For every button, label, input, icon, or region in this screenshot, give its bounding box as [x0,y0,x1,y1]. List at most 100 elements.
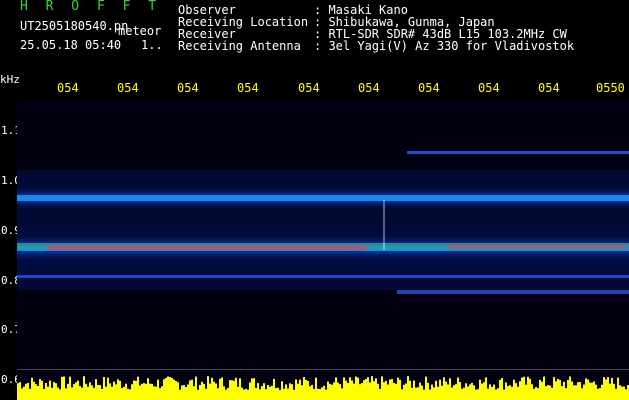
signal-bar [371,376,373,400]
signal-bar [19,382,21,400]
signal-bar [323,385,325,400]
signal-bar [345,380,347,400]
signal-bar [145,383,147,400]
signal-bar [213,381,215,400]
signal-bar [555,381,557,400]
signal-bar [301,385,303,400]
signal-bar [519,381,521,400]
signal-bar [119,380,121,400]
x-tick: 054 [117,81,139,95]
signal-bar [131,384,133,400]
signal-bar [155,386,157,400]
signal-bar [543,376,545,400]
signal-bar [497,388,499,400]
signal-bar [331,384,333,400]
signal-bar [187,384,189,400]
signal-bar [247,389,249,400]
signal-bar [395,383,397,400]
spectrogram [17,100,629,400]
signal-bar [219,378,221,400]
signal-bar [147,378,149,400]
signal-bar [25,383,27,400]
signal-bar [449,378,451,400]
signal-bar [347,383,349,400]
signal-bar [217,388,219,400]
signal-bar [163,379,165,400]
signal-bar [435,380,437,400]
signal-bar [603,377,605,400]
signal-bar [33,381,35,400]
signal-bar [137,376,139,400]
signal-bar [499,379,501,400]
signal-bar [47,386,49,400]
signal-bar [285,384,287,400]
band-0-86-peak [447,244,627,249]
signal-bar [393,382,395,400]
signal-bar [573,385,575,400]
signal-bar [427,382,429,400]
signal-bar [517,386,519,400]
signal-bar [95,379,97,400]
signal-bar [83,376,85,400]
signal-bar [223,386,225,400]
signal-bar [615,388,617,400]
signal-bar [27,382,29,400]
signal-bar [185,386,187,400]
signal-bar [379,388,381,400]
signal-bar [611,377,613,400]
signal-bar [39,379,41,400]
signal-bar [65,388,67,400]
signal-bar [227,387,229,400]
signal-bar [495,389,497,400]
signal-bar [567,380,569,400]
signal-bar [67,383,69,400]
signal-bar [459,382,461,400]
signal-bar [361,383,363,400]
signal-bar [531,384,533,400]
signal-bar [249,382,251,400]
signal-bar [103,377,105,400]
signal-bar [541,381,543,400]
signal-bar [205,388,207,400]
signal-bar [591,382,593,400]
signal-bar [87,386,89,400]
signal-bar [123,386,125,400]
signal-bar [373,381,375,400]
signal-bar [109,383,111,400]
info-label-antenna: Receiving Antenna [178,39,301,53]
signal-bar [81,387,83,400]
signal-bar [31,377,33,400]
signal-bar [261,386,263,400]
signal-bar [71,387,73,400]
signal-bar [59,389,61,400]
signal-bar [407,376,409,400]
signal-bar [149,383,151,400]
signal-bar [439,379,441,400]
signal-bar [537,388,539,400]
signal-bar [475,389,477,400]
signal-bar [389,379,391,400]
signal-bar [159,388,161,400]
signal-bar [585,378,587,400]
signal-bar [281,381,283,400]
signal-bar [199,384,201,400]
signal-bar [183,384,185,400]
signal-bar [55,383,57,400]
signal-bar [61,376,63,400]
signal-bar [305,379,307,400]
signal-bar [339,384,341,400]
signal-bar [201,381,203,400]
signal-bar [381,376,383,400]
signal-bar [127,388,129,400]
signal-bar [507,386,509,400]
signal-bar [221,377,223,400]
signal-bar [473,385,475,400]
signal-bar [277,387,279,400]
signal-bar [571,381,573,400]
signal-bar [397,377,399,400]
signal-bar [99,385,101,400]
signal-bar [293,389,295,400]
signal-bar [107,377,109,400]
signal-bar [625,389,627,400]
signal-bar [335,377,337,400]
